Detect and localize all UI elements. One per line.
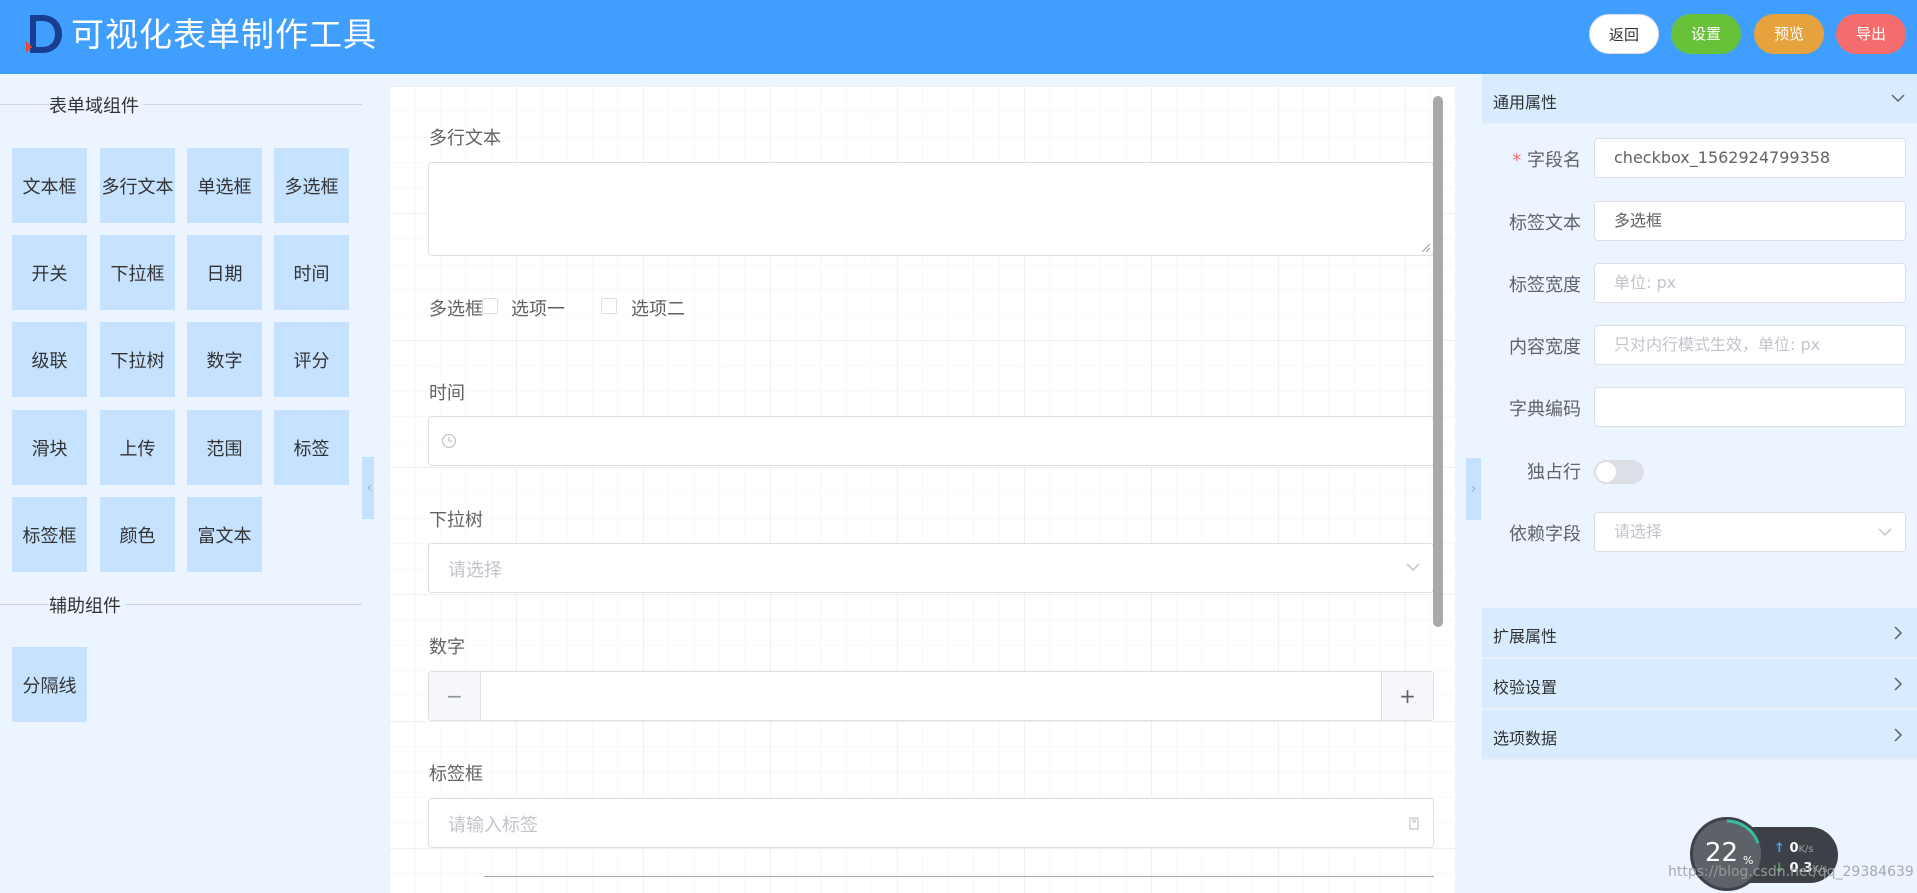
checkbox-option-1-label: 选项一 xyxy=(511,299,565,320)
checkbox-label: 多选框 xyxy=(429,299,483,320)
tree-select-label: 下拉树 xyxy=(429,510,483,531)
app-header: 可视化表单制作工具 返回 设置 预览 导出 xyxy=(0,0,1917,74)
resize-handle-icon xyxy=(1422,244,1430,252)
content-width-input[interactable]: 只对内行模式生效，单位: px xyxy=(1594,325,1906,365)
content-width-label: 内容宽度 xyxy=(1509,337,1581,358)
label-text-label: 标签文本 xyxy=(1509,213,1581,234)
component-radio[interactable]: 单选框 xyxy=(187,148,262,223)
checkbox-option-2-label: 选项二 xyxy=(631,299,685,320)
chevron-down-icon xyxy=(1891,94,1905,103)
field-name-input[interactable]: checkbox_1562924799358 xyxy=(1594,138,1906,178)
component-label[interactable]: 标签 xyxy=(274,410,349,485)
chevron-right-icon: › xyxy=(1470,481,1477,497)
app-title: 可视化表单制作工具 xyxy=(71,15,377,54)
general-props-title: 通用属性 xyxy=(1493,93,1558,112)
label-width-label: 标签宽度 xyxy=(1509,275,1581,296)
form-canvas[interactable]: 多行文本 多选框 选项一 选项二 时间 下拉树 请选择 数字 − + 标签框 请… xyxy=(389,86,1455,893)
component-select[interactable]: 下拉框 xyxy=(100,235,175,310)
canvas-area: 多行文本 多选框 选项一 选项二 时间 下拉树 请选择 数字 − + 标签框 请… xyxy=(374,74,1482,893)
logo-icon xyxy=(26,15,62,53)
full-row-switch[interactable] xyxy=(1594,460,1644,484)
component-divider[interactable]: 分隔线 xyxy=(12,647,87,722)
chevron-right-icon xyxy=(1894,728,1903,742)
settings-button[interactable]: 设置 xyxy=(1671,14,1741,54)
component-slider[interactable]: 滑块 xyxy=(12,410,87,485)
tree-select-field[interactable]: 请选择 xyxy=(428,543,1434,593)
component-number[interactable]: 数字 xyxy=(187,322,262,397)
chevron-down-icon xyxy=(1878,528,1892,537)
depends-on-placeholder: 请选择 xyxy=(1614,522,1663,541)
dict-code-input[interactable] xyxy=(1594,387,1906,427)
properties-panel: 通用属性 * 字段名 checkbox_1562924799358 标签文本 多… xyxy=(1482,74,1917,893)
tree-select-placeholder: 请选择 xyxy=(448,560,502,581)
validation-title: 校验设置 xyxy=(1493,678,1558,697)
decrement-button[interactable]: − xyxy=(429,672,481,720)
component-time[interactable]: 时间 xyxy=(274,235,349,310)
canvas-scrollbar[interactable] xyxy=(1433,96,1443,627)
upload-speed: ↑ 0K/s xyxy=(1774,841,1814,856)
component-rate[interactable]: 评分 xyxy=(274,322,349,397)
chevron-left-icon: ‹ xyxy=(366,480,373,496)
extended-props-header[interactable]: 扩展属性 xyxy=(1482,608,1917,658)
checkbox-option-1[interactable] xyxy=(482,298,498,314)
minus-icon: − xyxy=(446,684,463,708)
watermark: https://blog.csdn.net/qq_29384639 xyxy=(1668,864,1914,880)
label-text-input[interactable]: 多选框 xyxy=(1594,201,1906,241)
component-textarea[interactable]: 多行文本 xyxy=(100,148,175,223)
validation-header[interactable]: 校验设置 xyxy=(1482,659,1917,709)
dict-code-label: 字典编码 xyxy=(1509,399,1581,420)
back-button[interactable]: 返回 xyxy=(1589,14,1659,54)
field-name-label: * 字段名 xyxy=(1512,146,1581,172)
switch-knob xyxy=(1596,462,1616,482)
tag-box-placeholder: 请输入标签 xyxy=(448,815,538,836)
textarea-label: 多行文本 xyxy=(429,128,501,149)
tag-box-label: 标签框 xyxy=(429,764,483,785)
export-button[interactable]: 导出 xyxy=(1836,14,1906,54)
arrow-up-icon: ↑ xyxy=(1774,841,1785,856)
component-textbox[interactable]: 文本框 xyxy=(12,148,87,223)
depends-on-label: 依赖字段 xyxy=(1509,524,1581,545)
preview-button[interactable]: 预览 xyxy=(1754,14,1824,54)
component-upload[interactable]: 上传 xyxy=(100,410,175,485)
tag-icon xyxy=(1409,817,1419,830)
depends-on-select[interactable]: 请选择 xyxy=(1594,512,1906,552)
textarea-field[interactable] xyxy=(428,162,1434,256)
number-label: 数字 xyxy=(429,637,465,658)
component-color[interactable]: 颜色 xyxy=(100,497,175,572)
clock-icon xyxy=(441,433,457,449)
aux-components-title: 辅助组件 xyxy=(49,592,125,618)
form-components-title: 表单域组件 xyxy=(49,92,143,118)
component-rich-text[interactable]: 富文本 xyxy=(187,497,262,572)
component-date[interactable]: 日期 xyxy=(187,235,262,310)
option-data-title: 选项数据 xyxy=(1493,729,1558,748)
chevron-right-icon xyxy=(1894,677,1903,691)
component-range[interactable]: 范围 xyxy=(187,410,262,485)
option-data-header[interactable]: 选项数据 xyxy=(1482,710,1917,760)
component-checkbox[interactable]: 多选框 xyxy=(274,148,349,223)
collapse-right-button[interactable]: › xyxy=(1466,458,1481,520)
increment-button[interactable]: + xyxy=(1381,672,1433,720)
divider-line xyxy=(484,876,1434,877)
plus-icon: + xyxy=(1399,684,1416,708)
field-name-label-text: 字段名 xyxy=(1527,150,1581,171)
label-width-input[interactable]: 单位: px xyxy=(1594,263,1906,303)
full-row-label: 独占行 xyxy=(1527,462,1581,483)
component-tree-select[interactable]: 下拉树 xyxy=(100,322,175,397)
time-label: 时间 xyxy=(429,383,465,404)
chevron-down-icon xyxy=(1406,563,1420,572)
checkbox-option-2[interactable] xyxy=(601,298,617,314)
component-cascader[interactable]: 级联 xyxy=(12,322,87,397)
component-tag-box[interactable]: 标签框 xyxy=(12,497,87,572)
time-picker[interactable] xyxy=(428,416,1434,466)
number-input[interactable]: − + xyxy=(428,671,1434,721)
extended-props-title: 扩展属性 xyxy=(1493,627,1558,646)
general-props-header[interactable]: 通用属性 xyxy=(1482,74,1917,124)
component-switch[interactable]: 开关 xyxy=(12,235,87,310)
required-marker: * xyxy=(1512,150,1522,171)
upload-unit: K/s xyxy=(1798,844,1814,855)
tag-box-field[interactable]: 请输入标签 xyxy=(428,798,1434,848)
component-panel: 表单域组件 文本框 多行文本 单选框 多选框 开关 下拉框 日期 时间 级联 下… xyxy=(0,74,374,893)
chevron-right-icon xyxy=(1894,626,1903,640)
